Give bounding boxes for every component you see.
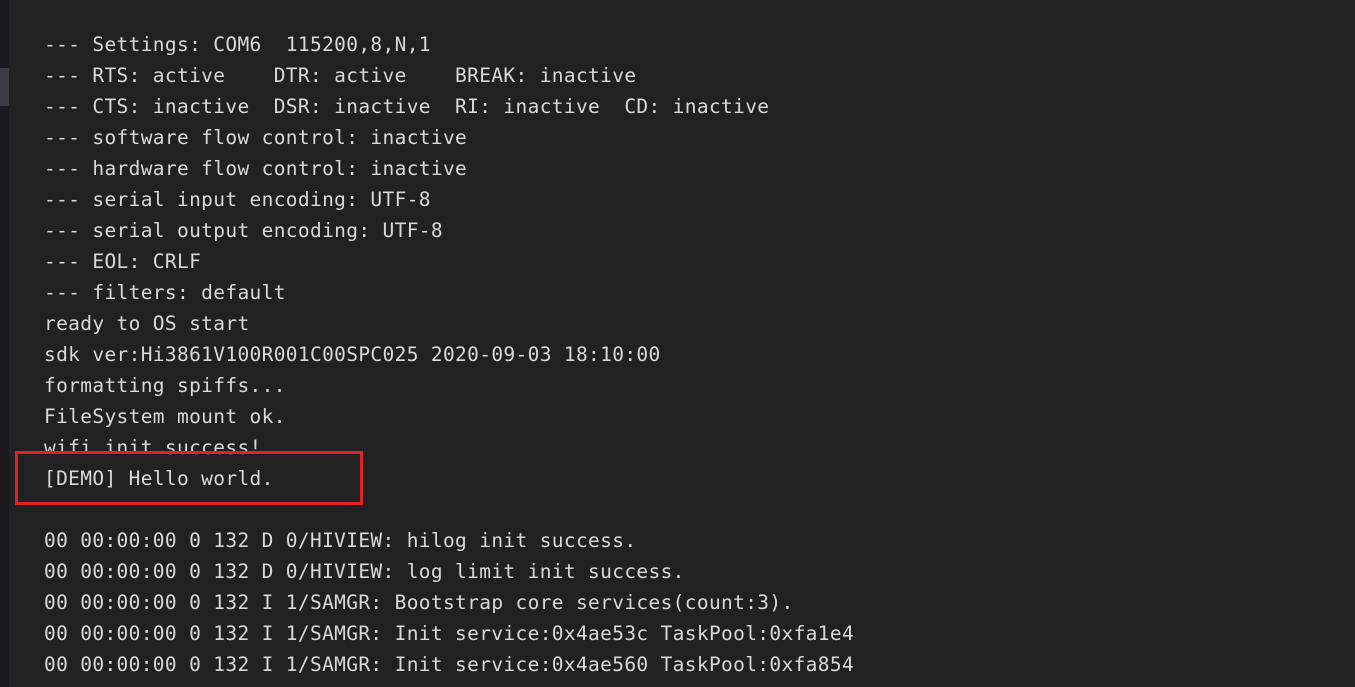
line-formatting: formatting spiffs... <box>44 374 286 397</box>
line-filters: --- filters: default <box>44 281 286 304</box>
serial-terminal-window: --- Settings: COM6 115200,8,N,1 --- RTS: … <box>0 0 1355 687</box>
console-output[interactable]: --- Settings: COM6 115200,8,N,1 --- RTS: … <box>0 0 1355 687</box>
line-cts-dsr-ri-cd: --- CTS: inactive DSR: inactive RI: inac… <box>44 95 770 118</box>
line-rts-dtr-break: --- RTS: active DTR: active BREAK: inact… <box>44 64 637 87</box>
line-software-flow: --- software flow control: inactive <box>44 126 468 149</box>
line-bootstrap: 00 00:00:00 0 132 I 1/SAMGR: Bootstrap c… <box>44 591 794 614</box>
line-sdk-ver: sdk ver:Hi3861V100R001C00SPC025 2020-09-… <box>44 343 661 366</box>
line-log-limit: 00 00:00:00 0 132 D 0/HIVIEW: log limit … <box>44 560 685 583</box>
line-hilog-init: 00 00:00:00 0 132 D 0/HIVIEW: hilog init… <box>44 529 637 552</box>
line-hardware-flow: --- hardware flow control: inactive <box>44 157 468 180</box>
line-eol: --- EOL: CRLF <box>44 250 202 273</box>
line-init-service-2: 00 00:00:00 0 132 I 1/SAMGR: Init servic… <box>44 653 855 676</box>
line-ready-os: ready to OS start <box>44 312 250 335</box>
line-wifi-init: wifi init success! <box>44 436 262 459</box>
line-output-encoding: --- serial output encoding: UTF-8 <box>44 219 443 242</box>
line-init-service-1: 00 00:00:00 0 132 I 1/SAMGR: Init servic… <box>44 622 855 645</box>
line-settings: --- Settings: COM6 115200,8,N,1 <box>44 33 431 56</box>
line-init-service-3: 00 00:00:00 0 132 I 1/SAMGR: Init servic… <box>44 680 854 687</box>
line-input-encoding: --- serial input encoding: UTF-8 <box>44 188 431 211</box>
line-filesystem: FileSystem mount ok. <box>44 405 286 428</box>
line-demo-hello: [DEMO] Hello world. <box>44 467 274 490</box>
